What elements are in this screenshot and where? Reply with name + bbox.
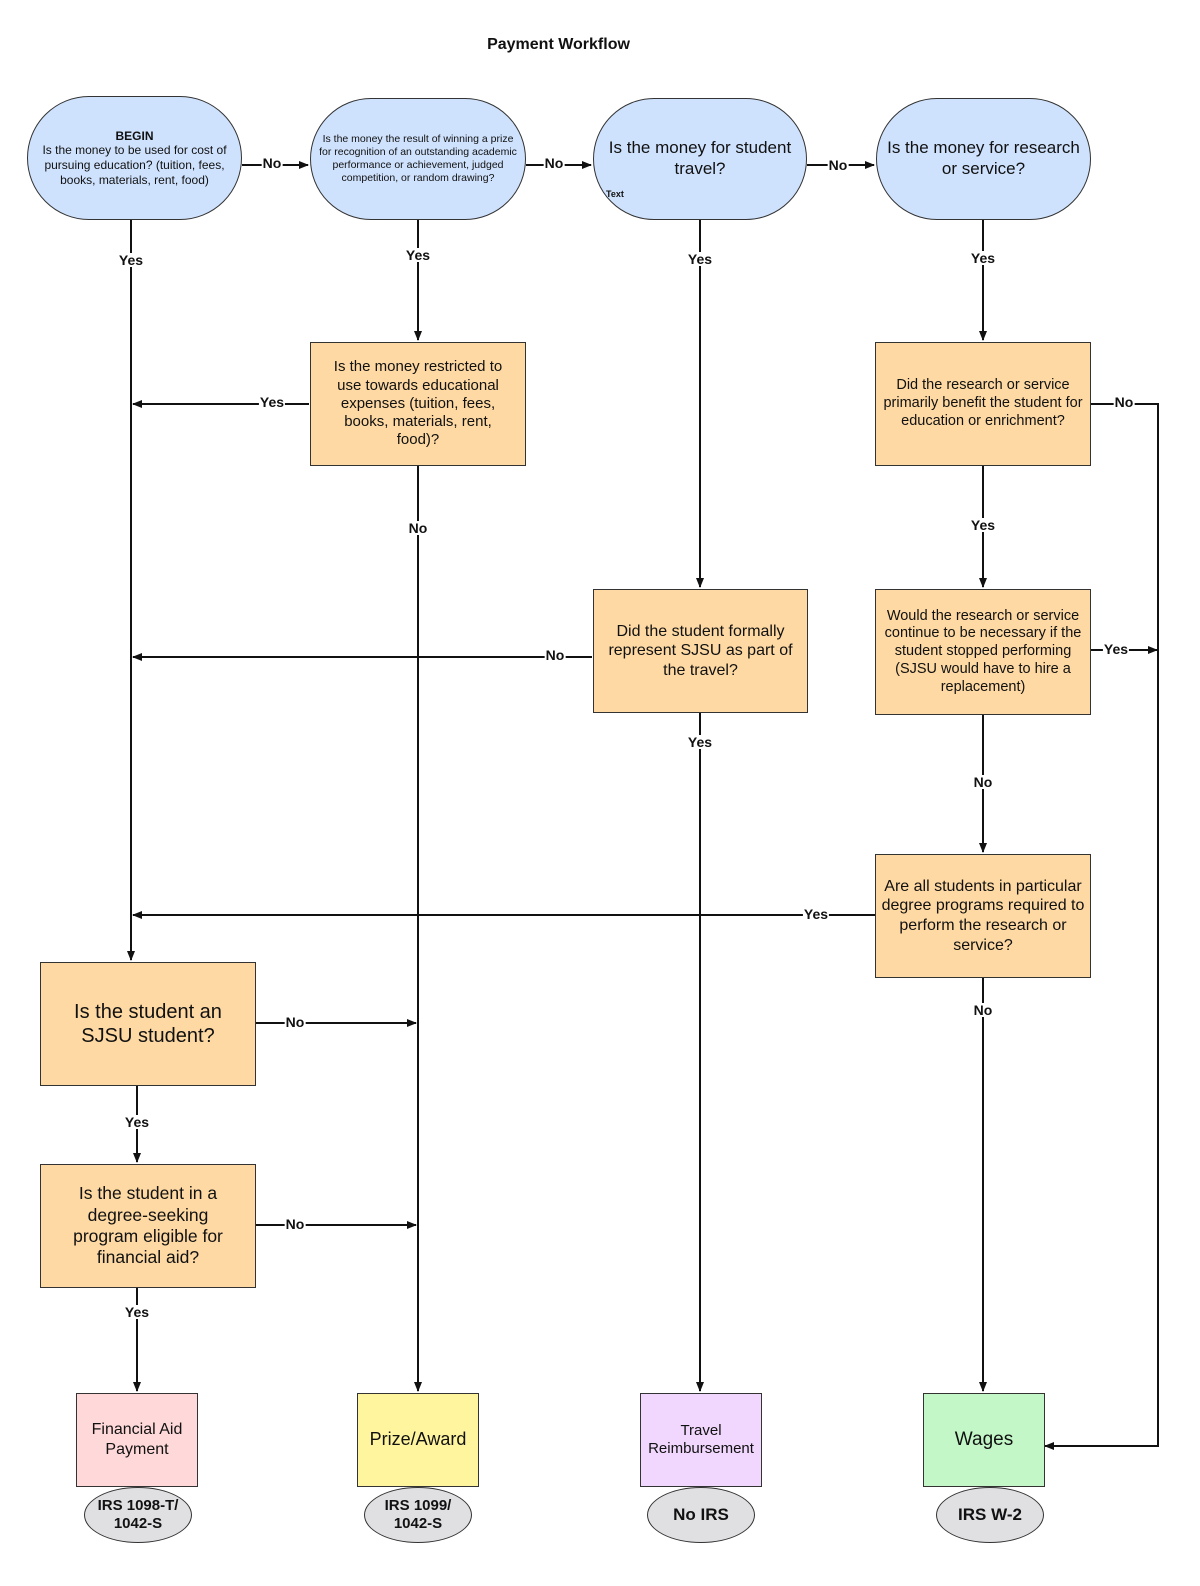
decision-benefit: Did the research or service primarily be… [875, 342, 1091, 466]
decision-required: Are all students in particular degree pr… [875, 854, 1091, 978]
restricted-question: Is the money restricted to use towards e… [333, 358, 503, 449]
begin-question: Is the money to be used for cost of purs… [42, 143, 227, 187]
degree-question: Is the student in a degree-seeking progr… [73, 1183, 223, 1268]
edge-label-no: No [261, 155, 283, 171]
edge-label-no: No [284, 1014, 306, 1030]
edge-label-yes: Yes [404, 247, 432, 263]
edge-label-yes: Yes [258, 394, 286, 410]
edge-label-yes: Yes [117, 252, 145, 268]
sjsu-question: Is the student an SJSU student? [74, 1000, 222, 1047]
outcome-travel-reimbursement: Travel Reimbursement [640, 1393, 762, 1487]
outcome-label: Financial Aid Payment [91, 1421, 183, 1458]
irs-form-label: IRS 1098-T/ 1042-S [97, 1497, 179, 1532]
edge-label-no: No [972, 774, 994, 790]
outcome-financial-aid: Financial Aid Payment [76, 1393, 198, 1487]
edge-label-no: No [544, 647, 566, 663]
edge-label-yes: Yes [686, 251, 714, 267]
irs-badge-financial-aid: IRS 1098-T/ 1042-S [84, 1487, 192, 1543]
benefit-question: Did the research or service primarily be… [883, 377, 1083, 429]
placeholder-text: Text [606, 189, 624, 199]
outcome-prize-award: Prize/Award [357, 1393, 479, 1487]
required-question: Are all students in particular degree pr… [881, 877, 1085, 954]
decision-restricted: Is the money restricted to use towards e… [310, 342, 526, 466]
continue-question: Would the research or service continue t… [884, 607, 1082, 695]
edge-label-yes: Yes [1102, 641, 1130, 657]
decision-travel: Is the money for student travel? [593, 98, 807, 220]
edge-label-yes: Yes [969, 517, 997, 533]
connectors [127, 161, 1159, 1450]
irs-form-label: IRS W-2 [958, 1504, 1022, 1524]
outcome-label: Prize/Award [369, 1429, 467, 1450]
begin-heading: BEGIN [115, 128, 154, 143]
edge-label-yes: Yes [123, 1304, 151, 1320]
edge-label-no: No [827, 157, 849, 173]
irs-badge-prize-award: IRS 1099/ 1042-S [364, 1487, 472, 1543]
decision-degree-seeking: Is the student in a degree-seeking progr… [40, 1164, 256, 1288]
outcome-label: Wages [954, 1429, 1014, 1451]
travel-question: Is the money for student travel? [608, 138, 792, 178]
irs-form-label: No IRS [673, 1504, 729, 1524]
decision-sjsu-student: Is the student an SJSU student? [40, 962, 256, 1086]
outcome-wages: Wages [923, 1393, 1045, 1487]
edge-label-yes: Yes [123, 1114, 151, 1130]
decision-prize: Is the money the result of winning a pri… [310, 98, 526, 220]
decision-represent: Did the student formally represent SJSU … [593, 589, 808, 713]
edge-label-no: No [284, 1216, 306, 1232]
represent-question: Did the student formally represent SJSU … [608, 622, 793, 679]
edge-label-no: No [407, 520, 429, 536]
decision-research: Is the money for research or service? [876, 98, 1091, 220]
irs-badge-travel: No IRS [647, 1487, 755, 1543]
edge-label-yes: Yes [969, 250, 997, 266]
edge-label-no: No [543, 155, 565, 171]
decision-continue: Would the research or service continue t… [875, 589, 1091, 715]
research-question: Is the money for research or service? [887, 138, 1080, 178]
edge-label-yes: Yes [802, 906, 830, 922]
decision-begin: BEGIN Is the money to be used for cost o… [27, 96, 242, 220]
edge-label-no: No [972, 1002, 994, 1018]
edge-label-no: No [1113, 394, 1135, 410]
irs-form-label: IRS 1099/ 1042-S [384, 1497, 452, 1532]
irs-badge-wages: IRS W-2 [936, 1487, 1044, 1543]
prize-question: Is the money the result of winning a pri… [319, 133, 517, 184]
edge-label-yes: Yes [686, 734, 714, 750]
outcome-label: Travel Reimbursement [648, 1421, 754, 1457]
